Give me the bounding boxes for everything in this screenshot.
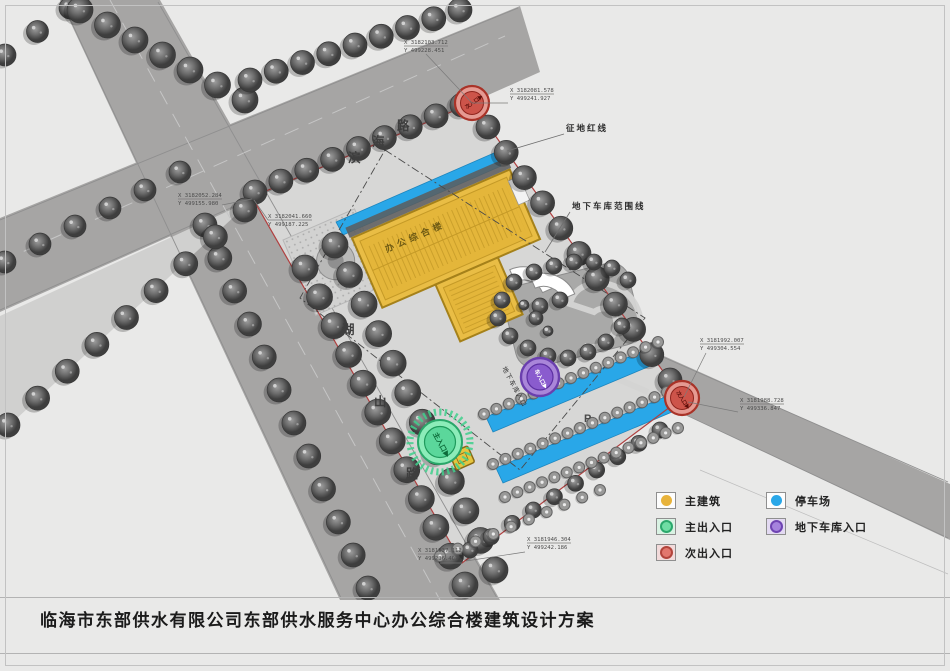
title-rule-top <box>0 597 950 598</box>
legend-swatch-garage-entrance <box>766 518 786 535</box>
tree-icon <box>418 7 446 34</box>
svg-text:山: 山 <box>374 394 387 409</box>
legend-swatch-main-entrance <box>656 518 676 535</box>
legend: 主建筑 停车场 主出入口 地下车库入口 次出入口 <box>648 490 938 574</box>
svg-text:Y 499336.847: Y 499336.847 <box>740 406 780 412</box>
svg-text:Y 499187.225: Y 499187.225 <box>268 222 308 228</box>
legend-item-main-entrance: 主出入口 <box>656 518 733 535</box>
garage-entrance-marker: 车入口 <box>521 358 559 396</box>
drawing-title: 临海市东部供水有限公司东部供水服务中心办公综合楼建筑设计方案 <box>40 606 595 631</box>
red-line-label: 征地红线 <box>507 123 608 151</box>
bush-icon <box>671 423 684 435</box>
svg-text:X 3181992.007: X 3181992.007 <box>700 338 744 344</box>
tree-icon <box>0 44 16 69</box>
svg-text:Y 499228.451: Y 499228.451 <box>404 48 444 54</box>
legend-item-secondary-entrance: 次出入口 <box>656 544 733 561</box>
svg-text:路: 路 <box>406 466 419 481</box>
secondary-entrance-marker-east: 次入口 <box>665 381 699 415</box>
svg-text:X 3181988.728: X 3181988.728 <box>740 398 784 404</box>
legend-swatch-building <box>656 492 676 509</box>
bush-icon <box>575 492 588 504</box>
svg-text:Y 499304.554: Y 499304.554 <box>700 346 741 352</box>
tree-icon <box>340 33 368 60</box>
tree-icon <box>23 21 49 46</box>
site-plan-page: 办公综合楼 主入口 车入口 地下车库入口 次入口 <box>0 0 950 671</box>
legend-swatch-secondary-entrance <box>656 544 676 561</box>
svg-text:Y 499241.927: Y 499241.927 <box>510 96 550 102</box>
svg-text:路: 路 <box>397 118 410 133</box>
legend-item-building: 主建筑 <box>656 492 721 509</box>
parking-label: P <box>584 413 591 425</box>
legend-item-garage-entrance: 地下车库入口 <box>766 518 867 535</box>
legend-label: 主出入口 <box>685 519 733 535</box>
legend-label: 停车场 <box>795 493 831 509</box>
tree-icon <box>366 24 394 51</box>
bush-icon <box>540 507 553 519</box>
tree-icon <box>313 42 341 69</box>
svg-text:Y 499155.980: Y 499155.980 <box>178 201 218 207</box>
svg-text:X 3181937.112: X 3181937.112 <box>418 548 462 554</box>
svg-text:X 3182052.284: X 3182052.284 <box>178 193 222 199</box>
legend-swatch-parking <box>766 492 786 509</box>
bush-icon <box>646 432 659 444</box>
svg-text:Y 499242.186: Y 499242.186 <box>527 545 567 551</box>
title-rule-bottom <box>0 653 950 654</box>
legend-label: 地下车库入口 <box>795 519 867 535</box>
svg-text:湖: 湖 <box>342 322 355 337</box>
svg-text:Y 499236.409: Y 499236.409 <box>418 556 458 562</box>
svg-text:X 3181946.304: X 3181946.304 <box>527 537 571 543</box>
coordinate-annotation: X 3181937.112 Y 499236.409 <box>418 548 462 563</box>
bush-icon <box>593 485 606 497</box>
svg-text:X 3182103.712: X 3182103.712 <box>404 40 448 46</box>
tree-icon <box>201 72 231 101</box>
tree-icon <box>479 557 509 586</box>
svg-text:海: 海 <box>372 134 385 149</box>
tree-icon <box>235 68 263 95</box>
legend-item-parking: 停车场 <box>766 492 831 509</box>
svg-text:征地红线: 征地红线 <box>566 123 608 133</box>
tree-icon <box>287 51 315 78</box>
bush-icon <box>651 337 664 349</box>
svg-text:X 3182041.660: X 3182041.660 <box>268 214 312 220</box>
tree-icon <box>261 59 289 86</box>
tree-icon <box>445 0 473 25</box>
svg-text:滨: 滨 <box>348 150 361 165</box>
svg-text:地下车库范围线: 地下车库范围线 <box>572 201 646 211</box>
legend-label: 主建筑 <box>685 493 721 509</box>
legend-label: 次出入口 <box>685 545 733 561</box>
tree-icon <box>392 16 420 43</box>
tree-icon <box>0 413 20 440</box>
svg-text:X 3182081.578: X 3182081.578 <box>510 88 554 94</box>
